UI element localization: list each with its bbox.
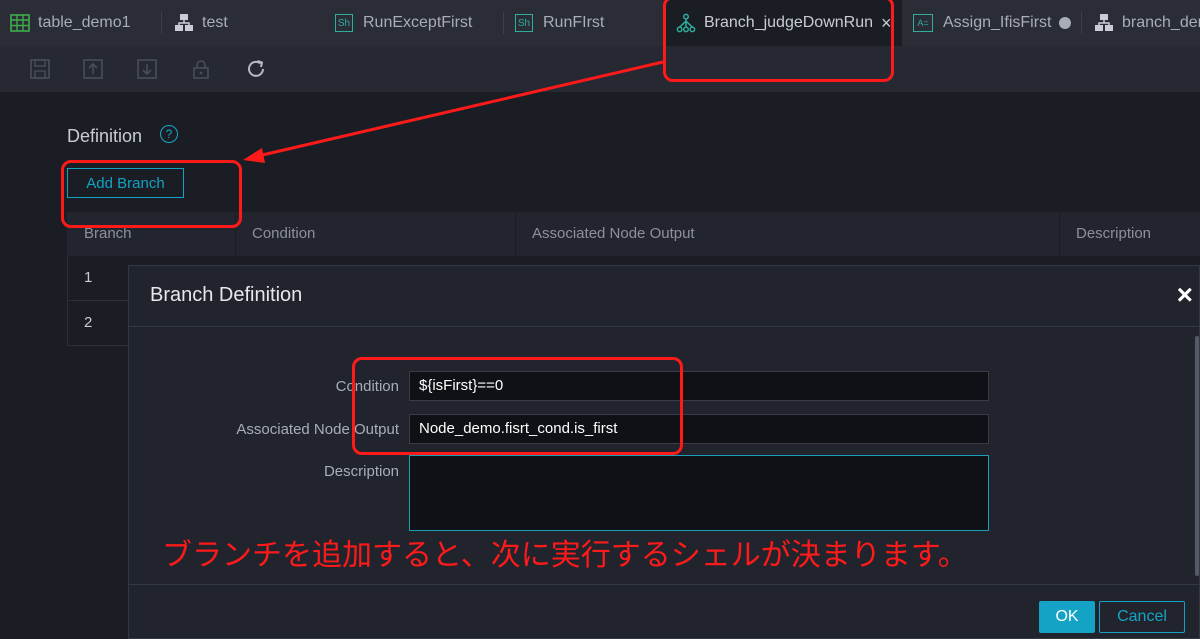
annotation-text: ブランチを追加すると、次に実行するシェルが決まります。 xyxy=(162,538,968,573)
